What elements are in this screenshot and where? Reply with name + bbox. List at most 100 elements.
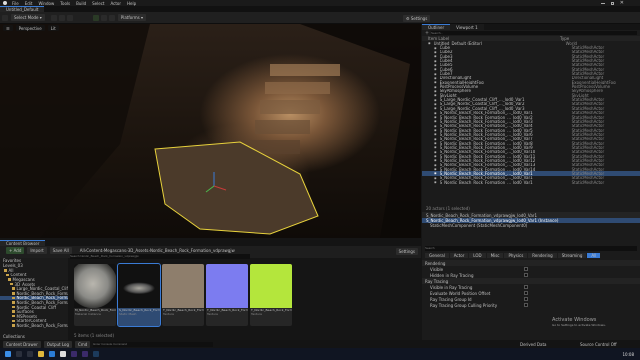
maximize-icon[interactable] xyxy=(610,1,614,5)
play-icon[interactable] xyxy=(92,14,99,21)
perspective-button[interactable]: Perspective xyxy=(15,25,45,31)
details-property-row[interactable]: Ray Tracing Group Culling Priority xyxy=(422,302,640,308)
save-icon[interactable] xyxy=(2,14,8,21)
folder-icon xyxy=(12,314,15,318)
details-tab[interactable]: LOD xyxy=(469,252,486,258)
source-control-status[interactable]: Source Control Off xyxy=(580,342,617,347)
lit-button[interactable]: Lit xyxy=(47,25,59,31)
windows-start-icon[interactable] xyxy=(5,351,11,357)
stop-icon[interactable] xyxy=(108,14,115,21)
cmd-button[interactable]: Cmd xyxy=(75,340,91,348)
content-drawer-label: Content Drawer xyxy=(6,341,38,347)
menu-item[interactable]: Window xyxy=(38,1,54,6)
level-viewport[interactable] xyxy=(0,24,421,238)
cmd-label: Cmd xyxy=(78,341,88,347)
property-checkbox[interactable] xyxy=(524,303,528,307)
details-search-input[interactable] xyxy=(425,245,637,251)
search-icon[interactable] xyxy=(16,351,22,357)
output-log-button[interactable]: Output Log xyxy=(43,340,73,348)
folder-icon xyxy=(12,305,15,309)
browser-icon[interactable] xyxy=(49,351,55,357)
console-input[interactable] xyxy=(93,341,214,347)
clock[interactable]: 10:08 xyxy=(622,352,634,357)
visibility-icon[interactable]: ◉ xyxy=(434,180,437,184)
create-icon[interactable] xyxy=(50,14,57,21)
import-button[interactable]: Import xyxy=(27,247,47,254)
outliner-row-type: StaticMeshActor xyxy=(571,180,605,185)
add-button[interactable]: + Add xyxy=(6,247,25,254)
asset-label-wrap: M_Nordic_Beach_Rock_Formation_vdprawgjwM… xyxy=(74,308,116,326)
cinematics-icon[interactable] xyxy=(66,14,73,21)
details-tab[interactable]: All xyxy=(587,252,601,258)
content-browser-title: Content Browser xyxy=(6,241,40,246)
property-checkbox[interactable] xyxy=(524,291,528,295)
details-property-row[interactable]: Hidden in Ray Tracing xyxy=(422,272,640,278)
asset-tile[interactable]: T_Nordic_Beach_Rock_Formation_vdprawgjw_… xyxy=(162,264,204,326)
details-properties: Rendering Visible Hidden in Ray Tracing Ray… xyxy=(422,260,640,308)
selected-rock-mesh[interactable] xyxy=(155,142,318,234)
visibility-icon[interactable]: ◉ xyxy=(428,41,431,45)
details-property-label: Evaluate World Position Offset xyxy=(430,290,491,296)
asset-tile[interactable]: T_Nordic_Beach_Rock_Formation_vdprawgjw_… xyxy=(250,264,292,326)
details-tab[interactable]: Misc xyxy=(486,252,504,258)
collections-section[interactable]: Collections xyxy=(3,334,25,339)
photoshop-icon[interactable] xyxy=(93,351,99,357)
folder-icon xyxy=(12,296,15,300)
property-checkbox[interactable] xyxy=(524,297,528,301)
platforms-button[interactable]: Platforms ▾ xyxy=(117,14,147,21)
outliner-row[interactable]: ◉ S_Nordic_Beach_Rock_Formation_..._lod0_… xyxy=(422,180,640,184)
content-drawer-button[interactable]: Content Drawer xyxy=(3,340,41,348)
menu-item[interactable]: Build xyxy=(76,1,86,6)
task-view-icon[interactable] xyxy=(27,351,33,357)
asset-tile[interactable]: M_Nordic_Beach_Rock_Formation_vdprawgjwM… xyxy=(74,264,116,326)
content-search-input[interactable] xyxy=(70,253,250,259)
asset-count: 5 items (1 selected) xyxy=(74,333,115,338)
folder-label: Nordic_Beach_Rock_Formation xyxy=(16,323,69,328)
menu-item[interactable]: Actor xyxy=(110,1,121,6)
output-log-label: Output Log xyxy=(46,341,70,347)
menu-item[interactable]: File xyxy=(12,1,19,6)
menu-item[interactable]: Edit xyxy=(25,1,33,6)
select-mode-button[interactable]: Select Mode ▾ xyxy=(11,14,45,21)
details-subcomponent-row[interactable]: StaticMeshComponent (StaticMeshComponent… xyxy=(422,223,640,228)
tab-viewport-1[interactable]: Viewport 1 xyxy=(450,24,484,30)
premiere-icon[interactable] xyxy=(71,351,77,357)
outliner-search-input[interactable] xyxy=(431,31,637,35)
asset-tile[interactable]: T_Nordic_Beach_Rock_Formation_vdprawgjw_… xyxy=(206,264,248,326)
asset-type: Texture xyxy=(163,311,174,316)
tab-content-browser[interactable]: Content Browser xyxy=(0,240,46,246)
property-checkbox[interactable] xyxy=(524,267,528,271)
menu-item[interactable]: Tools xyxy=(60,1,70,6)
details-tab[interactable]: Streaming xyxy=(557,252,587,258)
viewport-scene xyxy=(0,24,421,238)
cb-settings-button[interactable]: Settings xyxy=(395,247,418,255)
details-tab[interactable]: Actor xyxy=(449,252,469,258)
minimize-icon[interactable] xyxy=(600,2,605,4)
unreal-logo-icon[interactable] xyxy=(3,1,7,5)
folder-icon xyxy=(6,273,9,277)
window-controls[interactable]: ✕ xyxy=(600,1,630,6)
after-effects-icon[interactable] xyxy=(82,351,88,357)
select-mode-label: Select Mode xyxy=(14,15,39,20)
explorer-icon[interactable] xyxy=(38,351,44,357)
property-checkbox[interactable] xyxy=(524,273,528,277)
cb-settings-label: Settings xyxy=(398,248,415,254)
asset-tile[interactable]: S_Nordic_Beach_Rock_Formation_vdprawgjw_… xyxy=(117,263,161,327)
derived-data-status[interactable]: Derived Data xyxy=(520,342,547,347)
viewport-options-button[interactable]: ☰ xyxy=(3,25,13,31)
close-icon[interactable]: ✕ xyxy=(620,1,624,6)
details-tab[interactable]: Physics xyxy=(504,252,528,258)
settings-button[interactable]: ⚙ Settings xyxy=(403,14,431,22)
save-all-button[interactable]: Save All xyxy=(49,247,72,254)
details-tab[interactable]: General xyxy=(425,252,449,258)
menu-item[interactable]: Select xyxy=(92,1,104,6)
blueprint-icon[interactable] xyxy=(58,14,65,21)
details-tab[interactable]: Rendering xyxy=(528,252,557,258)
folder-icon xyxy=(12,287,15,290)
step-icon[interactable] xyxy=(100,14,107,21)
folder-tree-item[interactable]: Nordic_Beach_Rock_Formation xyxy=(0,323,68,328)
unreal-taskbar-icon[interactable] xyxy=(60,351,66,357)
menu-item[interactable]: Help xyxy=(127,1,136,6)
details-property-label: Ray Tracing Group Id xyxy=(430,296,472,302)
property-checkbox[interactable] xyxy=(524,285,528,289)
